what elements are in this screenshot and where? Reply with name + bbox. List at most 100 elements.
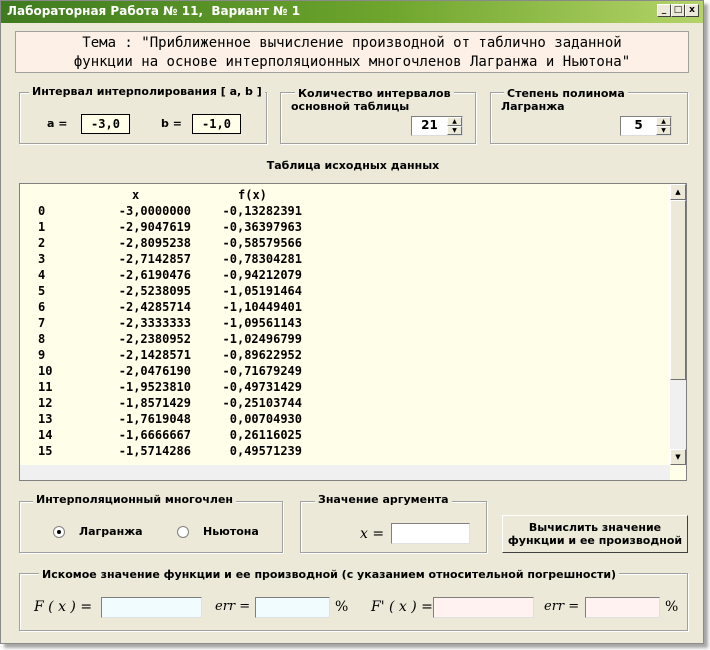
count-up-arrow-icon[interactable]: ▲ [447,117,462,126]
row-fx: -0,89622952 [222,348,302,362]
degree-label-1: Степень полинома [504,87,628,101]
table-row: 2 -2,8095238 -0,58579566 [20,236,670,252]
degree-spinner[interactable]: 5 ▲ ▼ [620,116,672,136]
title-bar[interactable]: Лабораторная Работа № 11, Вариант № 1 _ … [1,1,703,23]
theme-line-1: Тема : "Приближенное вычисление производ… [82,35,622,51]
radio-newton[interactable] [177,526,189,538]
row-fx: -0,36397963 [222,220,302,234]
argument-input[interactable] [391,523,470,544]
table-row: 1 -2,9047619 -0,36397963 [20,220,670,236]
result-group-label: Искомое значение функции и ее производно… [39,568,620,582]
row-fx: -0,13282391 [222,204,302,218]
table-row: 6 -2,4285714 -1,10449401 [20,300,670,316]
row-x: -2,3333333 [118,316,191,330]
table-row: 5 -2,5238095 -1,05191464 [20,284,670,300]
degree-value: 5 [634,118,643,132]
row-fx: -0,78304281 [222,252,302,266]
fd-err-field[interactable] [585,597,660,618]
row-index: 10 [38,364,53,378]
row-fx: -1,05191464 [222,284,302,298]
degree-up-arrow-icon[interactable]: ▲ [656,117,671,126]
scroll-up-arrow-icon[interactable]: ▲ [670,184,686,200]
maximize-button[interactable]: □ [671,4,685,17]
row-index: 5 [38,284,46,298]
window-title: Лабораторная Работа № 11, Вариант № 1 [7,4,301,18]
count-down-arrow-icon[interactable]: ▼ [447,126,462,135]
theme-line-2: функции на основе интерполяционных много… [73,54,631,70]
row-fx: -0,71679249 [222,364,302,378]
f-value-field[interactable] [101,597,202,618]
degree-label-2: Лагранжа [501,100,565,113]
fd-percent-sign: % [665,599,679,615]
table-row: 15 -1,5714286 0,49571239 [20,444,670,460]
compute-button[interactable]: Вычислить значение функции и ее производ… [502,515,688,553]
row-index: 7 [38,316,46,330]
vertical-scrollbar[interactable]: ▲ ▼ [670,184,686,465]
table-row: 4 -2,6190476 -0,94212079 [20,268,670,284]
row-x: -1,8571429 [118,396,191,410]
row-x: -2,4285714 [118,300,191,314]
row-index: 14 [38,428,53,442]
count-value: 21 [421,118,438,132]
row-fx: 0,49571239 [229,444,302,458]
row-x: -2,6190476 [118,268,191,282]
radio-newton-label[interactable]: Ньютона [203,525,259,539]
table-row: 0 -3,0000000 -0,13282391 [20,204,670,220]
row-x: -1,5714286 [118,444,191,458]
f-err-label: err = [215,599,251,614]
b-input[interactable]: -1,0 [192,114,241,134]
scroll-thumb[interactable] [670,200,686,380]
f-err-field[interactable] [255,597,330,618]
table-row: 11 -1,9523810 -0,49731429 [20,380,670,396]
row-index: 13 [38,412,53,426]
compute-button-line-2: функции и ее производной [507,534,683,547]
table-row: 3 -2,7142857 -0,78304281 [20,252,670,268]
row-index: 15 [38,444,53,458]
a-input[interactable]: -3,0 [81,114,130,134]
row-x: -2,9047619 [118,220,191,234]
header-x: x [132,188,140,202]
fd-value-field[interactable] [433,597,534,618]
f-percent-sign: % [335,599,349,615]
row-index: 3 [38,252,46,266]
row-fx: -1,10449401 [222,300,302,314]
close-button[interactable]: x [685,4,699,17]
radio-lagrange[interactable] [53,526,65,538]
table-row: 12 -1,8571429 -0,25103744 [20,396,670,412]
scroll-down-arrow-icon[interactable]: ▼ [670,449,686,465]
table-title: Таблица исходных данных [266,159,440,172]
row-index: 9 [38,348,46,362]
row-x: -2,2380952 [118,332,191,346]
radio-lagrange-label[interactable]: Лагранжа [79,525,143,539]
fd-err-label: err = [544,599,580,614]
interval-group-label: Интервал интерполирования [ a, b ] [29,85,265,99]
count-label-2: основной таблицы [291,100,410,113]
table-row: 9 -2,1428571 -0,89622952 [20,348,670,364]
row-x: -2,0476190 [118,364,191,378]
table-row: 14 -1,6666667 0,26116025 [20,428,670,444]
compute-button-line-1: Вычислить значение [528,521,662,534]
data-table[interactable]: x f(x) 0 -3,0000000 -0,13282391 1 -2,9047619… [19,183,687,481]
b-label: b = [161,117,182,130]
row-x: -2,1428571 [118,348,191,362]
row-fx: 0,26116025 [229,428,302,442]
row-index: 1 [38,220,46,234]
argument-group-label: Значение аргумента [315,493,452,507]
table-row: 13 -1,7619048 0,00704930 [20,412,670,428]
row-x: -2,5238095 [118,284,191,298]
row-x: -2,8095238 [118,236,191,250]
degree-down-arrow-icon[interactable]: ▼ [656,126,671,135]
row-index: 2 [38,236,46,250]
count-spinner[interactable]: 21 ▲ ▼ [411,116,463,136]
fd-label: F' ( x ) = [371,599,433,615]
row-x: -1,7619048 [118,412,191,426]
row-fx: 0,00704930 [229,412,302,426]
minimize-button[interactable]: _ [657,4,671,17]
table-header-row: x f(x) [20,188,670,204]
row-fx: -0,94212079 [222,268,302,282]
horizontal-scrollbar[interactable] [20,465,670,480]
table-row: 10 -2,0476190 -0,71679249 [20,364,670,380]
a-label: a = [47,117,68,130]
theme-banner: Тема : "Приближенное вычисление производ… [15,31,689,73]
row-fx: -1,09561143 [222,316,302,330]
